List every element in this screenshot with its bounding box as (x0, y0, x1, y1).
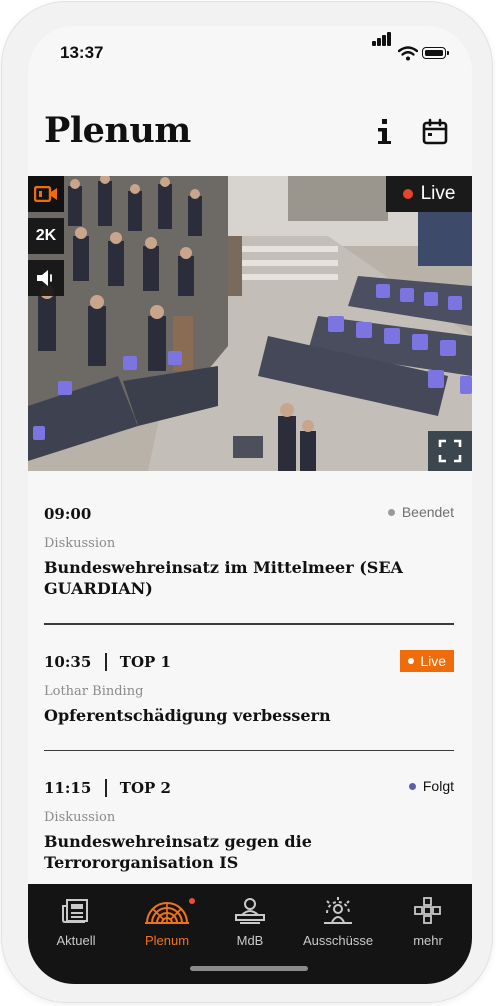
mute-button[interactable] (28, 260, 64, 296)
separator (105, 652, 107, 671)
app-screen: 13:37 Plenum 2K Live 09:00 Beendet Disku… (28, 26, 472, 984)
status-badge: Folgt (408, 778, 454, 794)
tab-label: mehr (413, 933, 443, 948)
tab-label: MdB (236, 933, 264, 948)
status-bar: 13:37 (28, 26, 472, 78)
speaker-mute-icon (37, 270, 52, 286)
plenum-seats-icon (145, 902, 189, 924)
tab-plenum[interactable]: Plenum (127, 896, 207, 956)
tab-label: Ausschüsse (302, 933, 374, 948)
agenda-item[interactable]: 11:15 TOP 2 Folgt Diskussion Bundeswehre… (44, 775, 454, 873)
agenda-time: 11:15 (44, 779, 92, 797)
status-badge: Beendet (387, 504, 454, 520)
agenda-title: Bundeswehreinsatz gegen die Terrororgani… (44, 832, 312, 872)
resolution-button[interactable]: 2K (28, 218, 64, 254)
agenda-time: 10:35 (44, 652, 92, 671)
tab-aktuell[interactable]: Aktuell (36, 896, 116, 956)
status-badge-live: Live (400, 649, 454, 672)
tab-label: Plenum (144, 933, 190, 948)
agenda-item-header: 11:15 TOP 2 (44, 775, 454, 801)
separator (105, 779, 107, 797)
info-button[interactable] (372, 117, 396, 147)
page-header: Plenum (28, 84, 472, 168)
more-grid-icon (414, 897, 441, 924)
agenda-item-header: 10:35 TOP 1 (44, 649, 454, 675)
agenda-top-label: TOP 1 (119, 652, 171, 671)
home-indicator[interactable] (190, 966, 308, 971)
live-dot-icon (402, 189, 413, 199)
fullscreen-icon (438, 439, 462, 463)
divider (44, 623, 454, 625)
live-label: Live (420, 183, 456, 204)
tab-mdb[interactable]: MdB (210, 896, 290, 956)
agenda-item[interactable]: 10:35 TOP 1 Live Lothar Binding Opferent… (44, 649, 454, 726)
status-dot-icon (387, 508, 395, 516)
agenda-title: Opferentschädigung verbessern (44, 705, 331, 725)
agenda-subtitle: Diskussion (44, 810, 116, 825)
member-podium-icon (235, 898, 265, 924)
info-icon (378, 119, 391, 144)
calendar-icon (422, 118, 448, 145)
camera-switch-button[interactable] (28, 176, 64, 212)
status-icons (372, 32, 452, 62)
phone-frame: 13:37 Plenum 2K Live 09:00 Beendet Disku… (2, 2, 492, 1002)
live-indicator: Live (386, 176, 472, 212)
fullscreen-button[interactable] (428, 431, 472, 471)
agenda-title: Bundeswehreinsatz im Mittelmeer (SEA GUA… (44, 558, 403, 598)
agenda-speaker: Lothar Binding (44, 683, 144, 699)
tab-ausschuesse[interactable]: Ausschüsse (292, 896, 384, 956)
page-title: Plenum (44, 110, 191, 151)
video-player[interactable]: 2K Live (28, 176, 472, 471)
agenda-item[interactable]: 09:00 Beendet Diskussion Bundeswehreinsa… (44, 501, 454, 599)
status-label: Folgt (422, 778, 454, 794)
status-label: Beendet (401, 504, 454, 520)
tab-mehr[interactable]: mehr (388, 896, 468, 956)
calendar-button[interactable] (421, 118, 449, 146)
agenda-subtitle: Diskussion (44, 536, 116, 551)
camera-icon (34, 186, 57, 202)
divider (44, 749, 454, 751)
agenda-list: 09:00 Beendet Diskussion Bundeswehreinsa… (44, 501, 454, 873)
newspaper-icon (62, 899, 88, 923)
agenda-top-label: TOP 2 (119, 779, 171, 797)
plenary-hall-video-frame (28, 176, 472, 471)
agenda-time: 09:00 (44, 505, 92, 523)
status-time: 13:37 (60, 43, 104, 62)
wifi-icon (398, 46, 418, 61)
status-dot-icon (408, 657, 415, 664)
battery-icon (422, 47, 449, 59)
tab-label: Aktuell (56, 933, 96, 948)
status-dot-icon (408, 782, 416, 790)
status-label: Live (420, 652, 446, 669)
notification-dot-icon (189, 898, 195, 904)
committee-icon (324, 897, 352, 924)
